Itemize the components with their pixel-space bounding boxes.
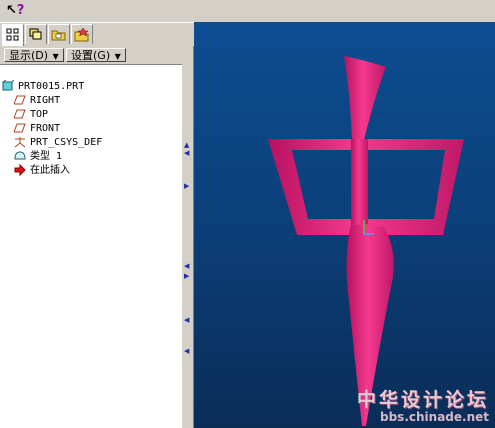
3d-viewport[interactable]: 中华设计论坛 bbs.chinade.net bbox=[194, 22, 495, 428]
tree-root[interactable]: PRT0015.PRT bbox=[2, 79, 85, 94]
layers-tab[interactable] bbox=[25, 24, 47, 44]
pink-character-model bbox=[268, 56, 464, 426]
layers-icon bbox=[29, 28, 42, 40]
show-menu-button[interactable]: 显示(D) ▼ bbox=[4, 48, 64, 62]
panel-dropbar: 显示(D) ▼ 设置(G) ▼ bbox=[0, 46, 182, 65]
panel-tabs bbox=[0, 24, 180, 46]
tree-item-label: RIGHT bbox=[30, 95, 61, 106]
part-icon bbox=[2, 79, 16, 92]
tree-item-feature[interactable]: 类型 1 bbox=[14, 150, 62, 164]
panel-splitter[interactable]: ▲ ◀ ▶ ◀ ▶ ◀ ◀ bbox=[182, 46, 194, 428]
datum-plane-icon bbox=[13, 122, 28, 134]
tree-item-right[interactable]: RIGHT bbox=[13, 94, 61, 108]
tree-item-insert-here[interactable]: 在此插入 bbox=[14, 163, 70, 178]
tree-item-label: 类型 1 bbox=[30, 151, 63, 162]
collapse-arrow-icon[interactable]: ◀ bbox=[184, 149, 189, 157]
settings-menu-label: 设置(G) bbox=[71, 49, 111, 62]
collapse-arrow-icon[interactable]: ◀ bbox=[184, 347, 189, 355]
show-menu-label: 显示(D) bbox=[9, 49, 49, 62]
expand-arrow-icon[interactable]: ▶ bbox=[184, 272, 189, 280]
tree-item-top[interactable]: TOP bbox=[13, 108, 49, 122]
datum-plane-icon bbox=[13, 108, 28, 120]
tree-item-front[interactable]: FRONT bbox=[13, 122, 61, 136]
chevron-down-icon: ▼ bbox=[112, 52, 121, 61]
top-toolbar: ↖? bbox=[0, 0, 495, 23]
watermark: 中华设计论坛 bbs.chinade.net bbox=[357, 385, 489, 424]
model-render bbox=[268, 56, 464, 426]
tree-item-label: TOP bbox=[30, 109, 49, 120]
tree-item-csys[interactable]: PRT_CSYS_DEF bbox=[14, 136, 102, 150]
model-tree-tab[interactable] bbox=[2, 24, 24, 46]
expand-arrow-icon[interactable]: ▶ bbox=[184, 182, 189, 190]
collapse-arrow-icon[interactable]: ◀ bbox=[184, 262, 189, 270]
collapse-arrow-icon[interactable]: ◀ bbox=[184, 316, 189, 324]
watermark-url: bbs.chinade.net bbox=[380, 410, 489, 424]
feature-icon bbox=[14, 150, 28, 162]
tree-item-label: 在此插入 bbox=[30, 165, 70, 176]
tree-root-label: PRT0015.PRT bbox=[18, 81, 85, 92]
whats-this-icon[interactable]: ↖? bbox=[6, 3, 24, 18]
collapse-arrow-icon[interactable]: ▲ bbox=[184, 141, 189, 149]
chevron-down-icon: ▼ bbox=[50, 52, 59, 61]
insert-here-arrow-icon bbox=[14, 163, 28, 177]
tree-item-label: PRT_CSYS_DEF bbox=[30, 137, 103, 148]
folder-icon bbox=[51, 30, 66, 41]
folder-tab[interactable] bbox=[48, 24, 70, 44]
datum-plane-icon bbox=[13, 94, 28, 106]
tree-item-label: FRONT bbox=[30, 123, 61, 134]
model-tree-panel: 显示(D) ▼ 设置(G) ▼ PRT0015.PRT RIGHT TOP FR… bbox=[0, 46, 183, 428]
tree-icon bbox=[6, 28, 19, 41]
csys-icon bbox=[14, 136, 28, 148]
favorites-tab[interactable] bbox=[71, 24, 93, 44]
favorites-icon bbox=[74, 27, 89, 42]
watermark-title: 中华设计论坛 bbox=[356, 389, 489, 411]
settings-menu-button[interactable]: 设置(G) ▼ bbox=[66, 48, 126, 62]
